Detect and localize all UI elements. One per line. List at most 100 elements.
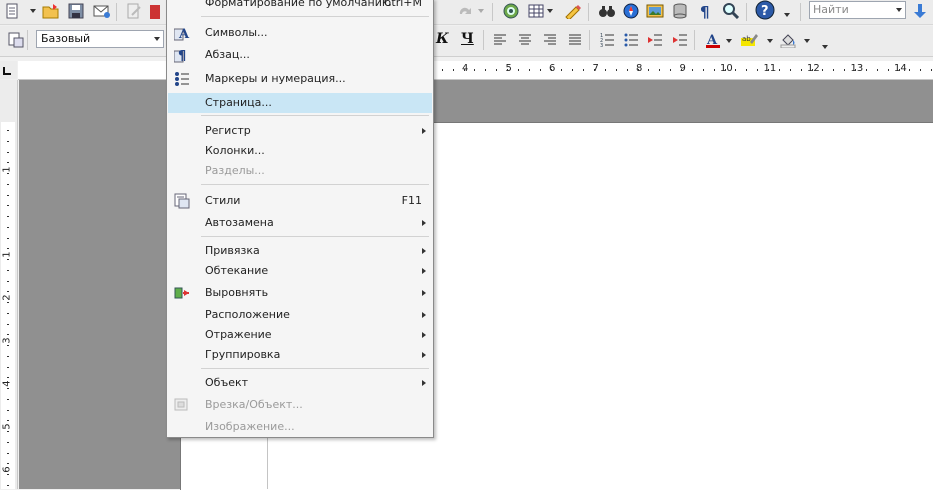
ruler-tick bbox=[572, 69, 573, 71]
find-next-down-arrow-icon[interactable] bbox=[910, 1, 930, 21]
numbering-icon[interactable]: 123 bbox=[597, 30, 617, 50]
find-input[interactable]: Найти bbox=[809, 1, 906, 19]
menu-item-label: Символы... bbox=[205, 26, 268, 39]
decrease-indent-icon[interactable] bbox=[645, 30, 665, 50]
ruler-tick bbox=[7, 184, 9, 185]
align-left-icon[interactable] bbox=[490, 30, 510, 50]
open-icon[interactable] bbox=[41, 1, 61, 21]
data-sources-icon[interactable] bbox=[670, 1, 690, 21]
menu-item-paragraph[interactable]: ¶ Абзац... bbox=[168, 45, 432, 65]
highlighting-dropdown-icon[interactable] bbox=[767, 39, 773, 43]
font-color-icon[interactable]: A bbox=[703, 30, 723, 50]
compass-icon[interactable] bbox=[621, 1, 641, 21]
submenu-arrow-icon bbox=[422, 312, 426, 318]
toolbar-overflow-icon[interactable] bbox=[784, 13, 790, 17]
email-icon[interactable] bbox=[92, 1, 112, 21]
paragraph-style-dropdown-icon[interactable] bbox=[154, 37, 160, 41]
menu-item-styles[interactable]: Стили F11 bbox=[168, 191, 432, 211]
increase-indent-icon[interactable] bbox=[670, 30, 690, 50]
redo-dropdown-icon[interactable] bbox=[478, 9, 484, 13]
ruler-number: 3 bbox=[1, 337, 13, 344]
ruler-tick bbox=[507, 69, 508, 71]
menu-item-label: Стили bbox=[205, 194, 241, 207]
ruler-tick bbox=[7, 302, 9, 303]
find-replace-binoculars-icon[interactable] bbox=[597, 1, 617, 21]
ruler-tick bbox=[909, 69, 910, 71]
navigator-icon[interactable] bbox=[501, 1, 521, 21]
table-dropdown-icon[interactable] bbox=[547, 9, 553, 13]
find-dropdown-icon[interactable] bbox=[896, 8, 902, 12]
ruler-number: 1 bbox=[1, 166, 13, 173]
highlighting-icon[interactable]: ab bbox=[739, 30, 759, 50]
ruler-tick bbox=[464, 69, 465, 71]
italic-button[interactable]: К bbox=[436, 31, 449, 47]
menu-item-frame-object[interactable]: Врезка/Объект... bbox=[168, 395, 432, 415]
menu-item-flip[interactable]: Отражение bbox=[168, 325, 432, 345]
background-color-dropdown-icon[interactable] bbox=[804, 39, 810, 43]
styles-icon bbox=[174, 193, 190, 209]
zoom-magnifier-icon[interactable] bbox=[721, 1, 741, 21]
menu-item-group[interactable]: Группировка bbox=[168, 345, 432, 365]
menu-item-label: Группировка bbox=[205, 348, 281, 361]
new-dropdown-icon[interactable] bbox=[30, 9, 36, 13]
menu-item-columns[interactable]: Колонки... bbox=[168, 141, 432, 161]
menu-item-sections[interactable]: Разделы... bbox=[168, 161, 432, 181]
ruler-tick bbox=[877, 69, 878, 71]
menu-item-page[interactable]: Страница... bbox=[168, 93, 432, 113]
align-icon bbox=[174, 285, 190, 301]
ruler-number: 13 bbox=[850, 63, 864, 74]
redo-icon[interactable] bbox=[456, 1, 476, 21]
ruler-tab-selector[interactable] bbox=[0, 61, 17, 79]
paragraph-style-select[interactable]: Базовый bbox=[36, 30, 164, 48]
ruler-tick bbox=[518, 69, 519, 71]
align-right-icon[interactable] bbox=[540, 30, 560, 50]
menu-item-label: Объект bbox=[205, 376, 249, 389]
align-center-icon[interactable] bbox=[515, 30, 535, 50]
menu-item-label: Автозамена bbox=[205, 216, 274, 229]
draw-functions-icon[interactable] bbox=[563, 1, 583, 21]
ruler-tick bbox=[583, 69, 584, 71]
ruler-tick bbox=[627, 69, 628, 71]
menu-item-anchor[interactable]: Привязка bbox=[168, 241, 432, 261]
ruler-tick bbox=[7, 291, 9, 292]
font-color-dropdown-icon[interactable] bbox=[726, 39, 732, 43]
underline-button[interactable]: Ч bbox=[461, 31, 474, 47]
submenu-arrow-icon bbox=[422, 290, 426, 296]
new-document-icon[interactable] bbox=[2, 1, 22, 21]
toolbar-separator bbox=[588, 3, 589, 21]
submenu-arrow-icon bbox=[422, 248, 426, 254]
ruler-tick bbox=[703, 69, 704, 71]
bullets-toolbar-icon[interactable] bbox=[621, 30, 641, 50]
gallery-icon[interactable] bbox=[645, 1, 665, 21]
menu-item-bullets-numbering[interactable]: Маркеры и нумерация... bbox=[168, 69, 432, 89]
menu-item-label: Расположение bbox=[205, 308, 290, 321]
table-icon[interactable] bbox=[526, 1, 546, 21]
menu-item-object[interactable]: Объект bbox=[168, 373, 432, 393]
menu-item-autocorrect[interactable]: Автозамена bbox=[168, 213, 432, 233]
menu-item-characters[interactable]: A Символы... bbox=[168, 23, 432, 43]
justify-icon[interactable] bbox=[565, 30, 585, 50]
ruler-tick bbox=[768, 69, 769, 71]
horizontal-ruler[interactable]: 456789101112131415 bbox=[18, 61, 933, 80]
background-color-icon[interactable] bbox=[779, 30, 799, 50]
menu-item-image[interactable]: Изображение... bbox=[168, 417, 432, 437]
ruler-tick bbox=[7, 431, 9, 432]
ruler-tick bbox=[605, 69, 606, 71]
menu-item-arrange[interactable]: Расположение bbox=[168, 305, 432, 325]
pdf-export-icon[interactable] bbox=[150, 3, 160, 21]
format-menu: Форматирование по умолчанию Ctrl+M A Сим… bbox=[166, 0, 434, 438]
help-icon[interactable]: ? bbox=[755, 0, 775, 20]
ruler-tick bbox=[529, 69, 530, 71]
formatting-overflow-icon[interactable] bbox=[822, 45, 828, 49]
menu-item-default-formatting[interactable]: Форматирование по умолчанию Ctrl+M bbox=[168, 0, 432, 13]
formatting-marks-pilcrow-icon[interactable]: ¶ bbox=[696, 1, 716, 21]
menu-item-wrap[interactable]: Обтекание bbox=[168, 261, 432, 281]
save-icon[interactable] bbox=[66, 1, 86, 21]
ruler-tick bbox=[638, 69, 639, 71]
paragraph-style-value: Базовый bbox=[41, 32, 91, 45]
menu-item-align[interactable]: Выровнять bbox=[168, 283, 432, 303]
menu-separator bbox=[201, 16, 429, 17]
styles-formatting-icon[interactable] bbox=[6, 30, 26, 50]
edit-file-icon[interactable] bbox=[124, 1, 144, 21]
menu-item-case[interactable]: Регистр bbox=[168, 121, 432, 141]
